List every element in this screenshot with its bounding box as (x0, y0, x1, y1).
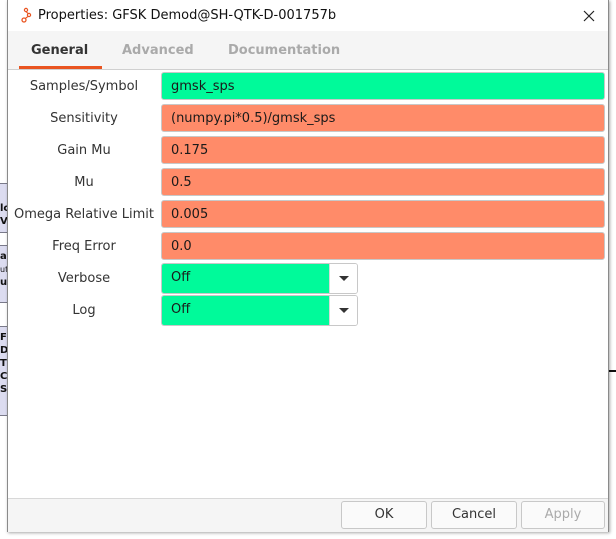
properties-dialog: Properties: GFSK Demod@SH-QTK-D-001757b … (7, 0, 609, 532)
tab-documentation[interactable]: Documentation (228, 43, 340, 58)
ok-button[interactable]: OK (341, 501, 427, 529)
chevron-down-icon (338, 275, 349, 281)
param-label: Gain Mu (57, 143, 111, 158)
param-label: Verbose (57, 271, 111, 286)
omega-relative-limit-input[interactable]: 0.005 (161, 200, 605, 228)
chevron-down-icon (338, 307, 349, 313)
param-row-omega-relative-limit: Omega Relative Limit 0.005 (8, 200, 608, 230)
sensitivity-input[interactable]: (numpy.pi*0.5)/gmsk_sps (161, 104, 605, 132)
freq-error-input[interactable]: 0.0 (161, 232, 605, 260)
param-row-mu: Mu 0.5 (8, 168, 608, 198)
dropdown-value: Off (162, 296, 330, 325)
dialog-button-bar: OK Cancel Apply (8, 498, 608, 532)
mu-input[interactable]: 0.5 (161, 168, 605, 196)
dropdown-value: Off (162, 264, 330, 293)
param-row-log: Log Off (8, 295, 608, 326)
dropdown-button[interactable] (329, 264, 357, 293)
param-row-sensitivity: Sensitivity (numpy.pi*0.5)/gmsk_sps (8, 104, 608, 134)
param-label: Log (72, 303, 96, 318)
close-button[interactable] (576, 4, 602, 28)
param-label: Samples/Symbol (29, 79, 139, 94)
dropdown-button[interactable] (329, 296, 357, 325)
gain-mu-input[interactable]: 0.175 (161, 136, 605, 164)
gnuradio-icon (20, 7, 32, 24)
background-connection-line (608, 370, 616, 372)
general-tab-panel: Samples/Symbol gmsk_sps Sensitivity (num… (8, 70, 608, 498)
close-icon (583, 10, 595, 22)
title-bar[interactable]: Properties: GFSK Demod@SH-QTK-D-001757b (8, 0, 608, 31)
param-label: Freq Error (52, 239, 116, 254)
tab-bar: General Advanced Documentation (8, 31, 608, 70)
param-row-verbose: Verbose Off (8, 263, 608, 294)
active-tab-indicator (19, 66, 102, 69)
tab-general[interactable]: General (31, 43, 88, 58)
log-dropdown[interactable]: Off (161, 295, 358, 326)
verbose-dropdown[interactable]: Off (161, 263, 358, 294)
window-title: Properties: GFSK Demod@SH-QTK-D-001757b (38, 8, 337, 23)
tab-advanced[interactable]: Advanced (122, 43, 194, 58)
apply-button[interactable]: Apply (521, 501, 605, 529)
cancel-button[interactable]: Cancel (431, 501, 517, 529)
param-row-samples-symbol: Samples/Symbol gmsk_sps (8, 72, 608, 102)
param-label: Sensitivity (50, 111, 118, 126)
param-label: Mu (74, 175, 94, 190)
param-row-freq-error: Freq Error 0.0 (8, 232, 608, 262)
param-label: Omega Relative Limit (13, 207, 155, 222)
samples-symbol-input[interactable]: gmsk_sps (161, 72, 605, 100)
param-row-gain-mu: Gain Mu 0.175 (8, 136, 608, 166)
